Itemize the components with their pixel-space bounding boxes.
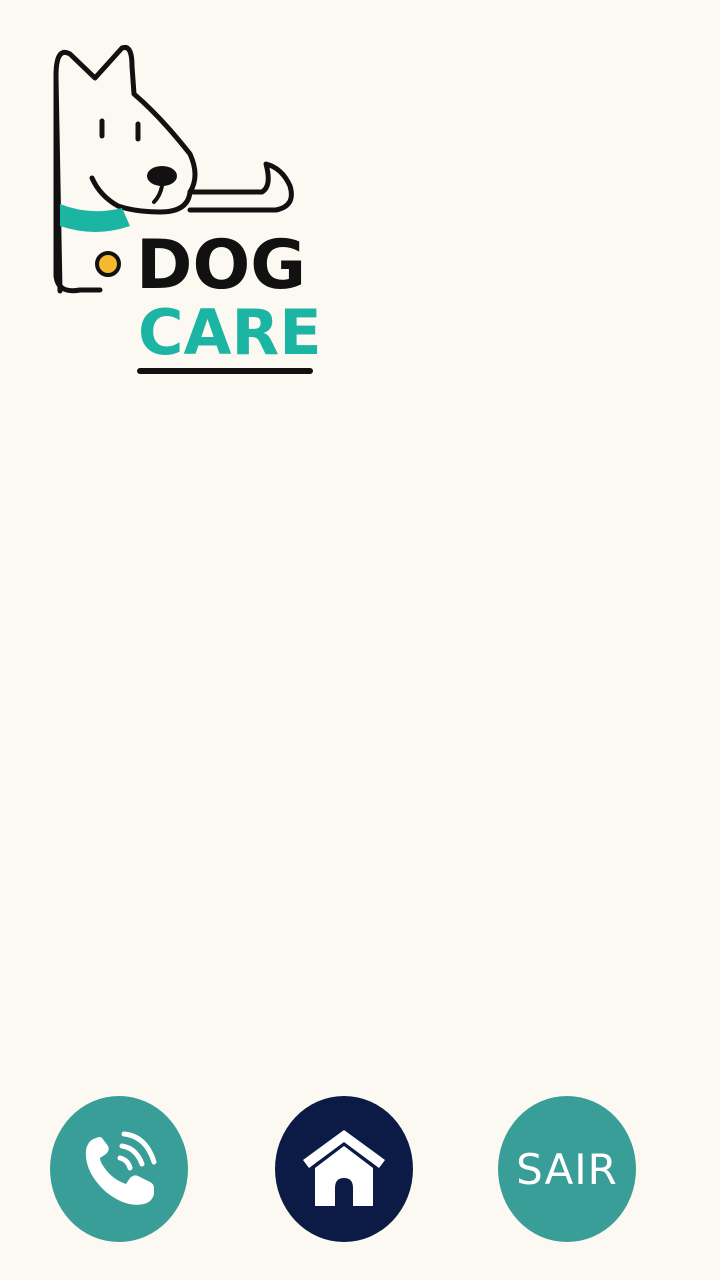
home-button[interactable] (275, 1096, 413, 1242)
phone-call-icon (85, 1131, 157, 1205)
exit-label: SAIR (516, 1144, 618, 1194)
call-button[interactable] (50, 1096, 188, 1242)
exit-button[interactable]: SAIR (498, 1096, 636, 1242)
brand-line1: DOG (136, 226, 306, 305)
dog-icon: DOG CARE (53, 44, 322, 374)
app-screen: DOG CARE SAIR (0, 0, 720, 1280)
brand-line2: CARE (138, 296, 322, 369)
dog-care-logo: DOG CARE (40, 36, 330, 386)
bottom-navigation: SAIR (0, 1096, 720, 1242)
dog-house-icon (303, 1130, 385, 1206)
